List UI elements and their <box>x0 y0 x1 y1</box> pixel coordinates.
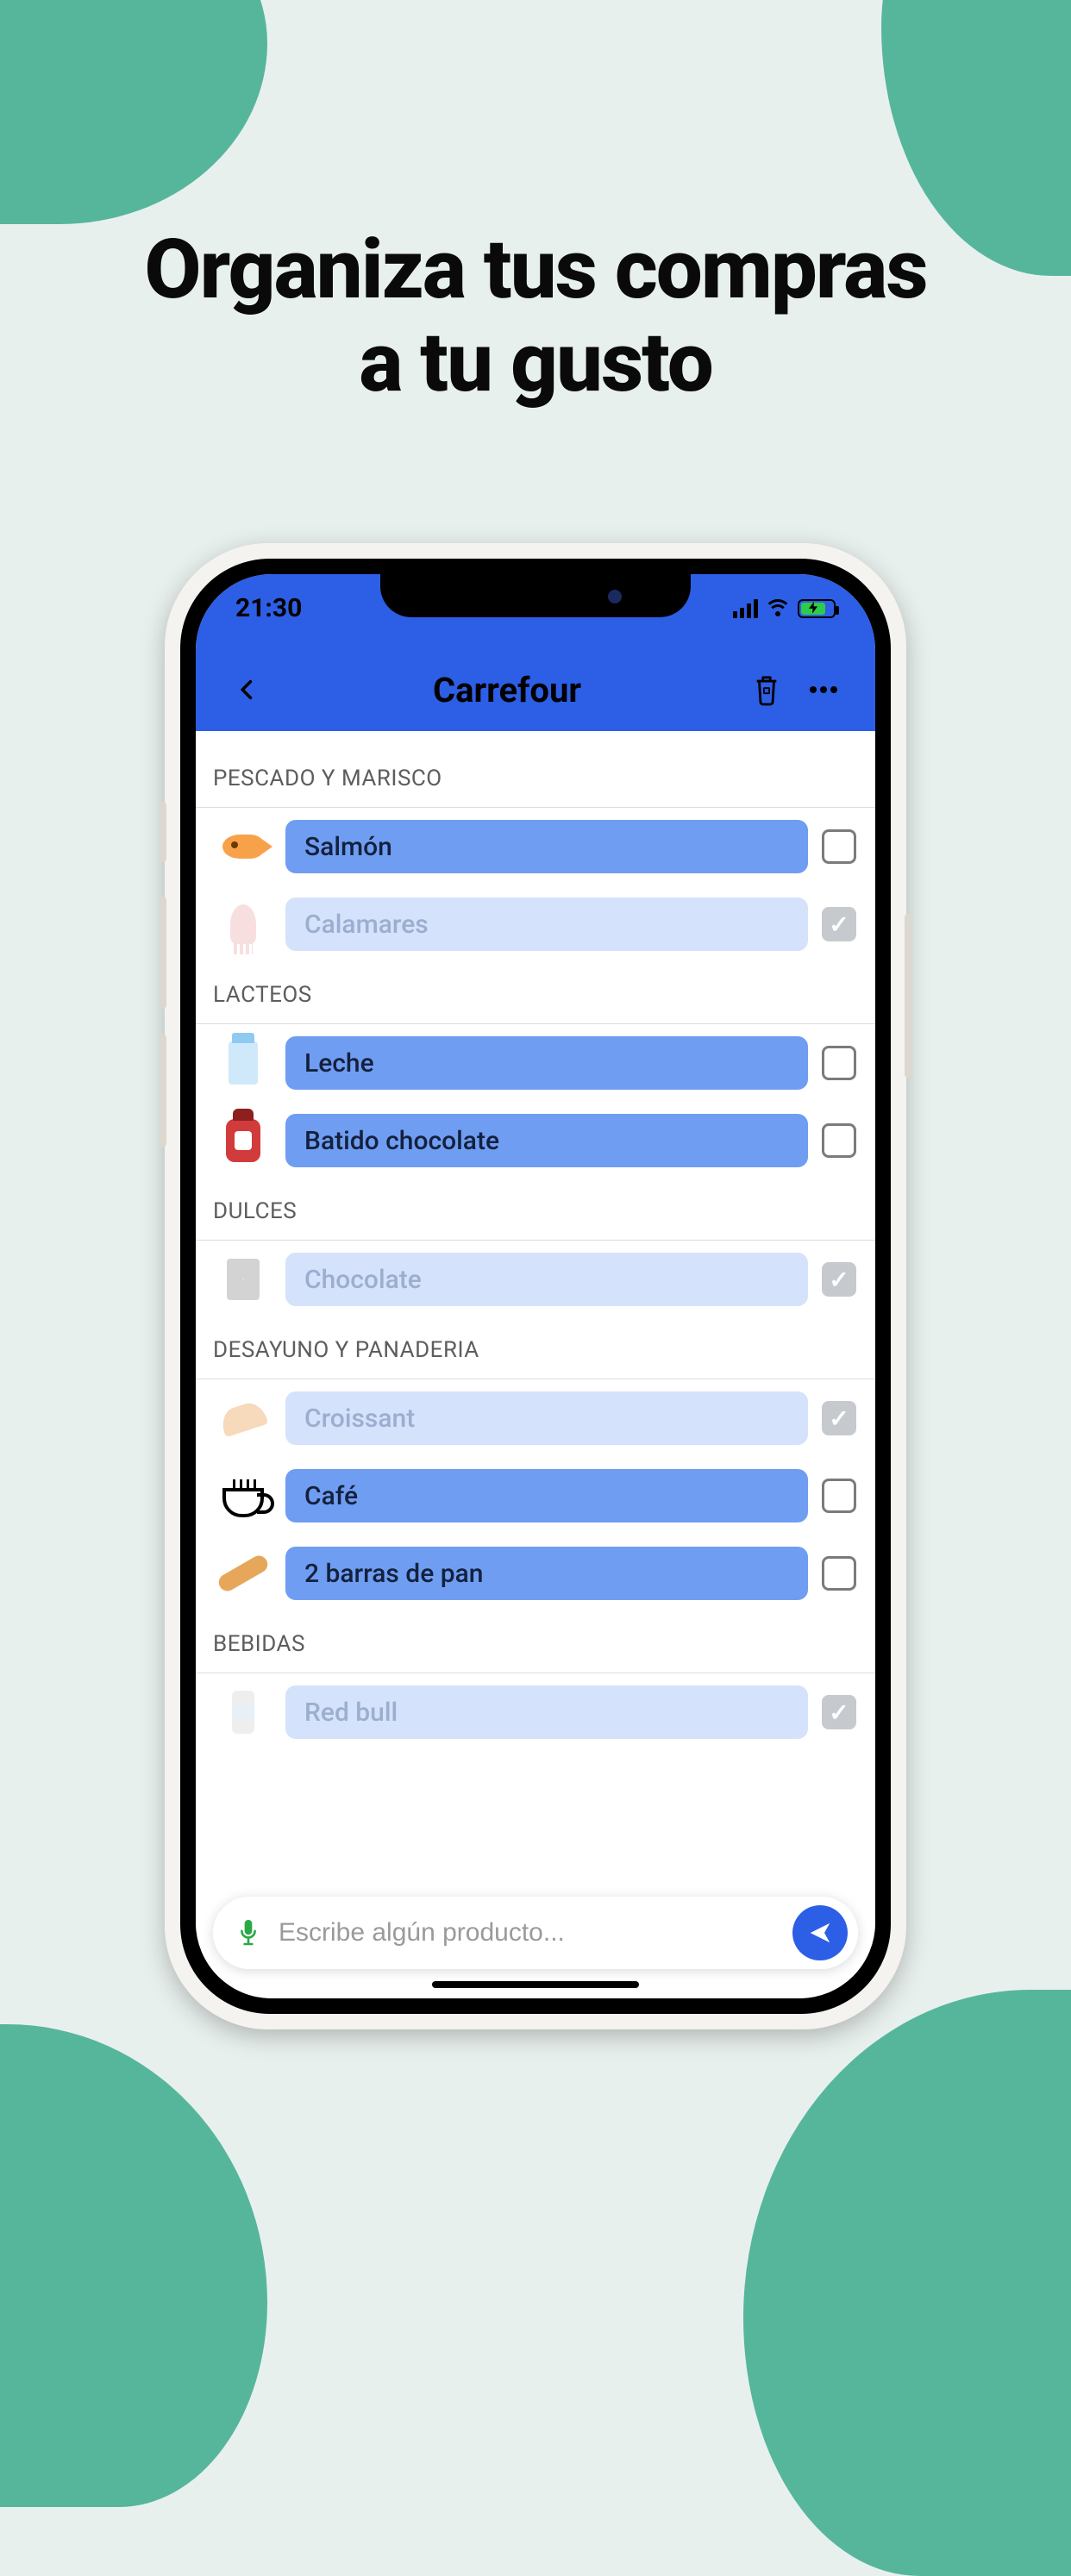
battery-charging-icon <box>798 599 836 618</box>
chevron-left-icon <box>235 672 260 707</box>
item-label[interactable]: Chocolate <box>285 1253 808 1306</box>
phone-frame: 21:30 Carrefour <box>165 543 906 2029</box>
coffee-icon <box>215 1467 272 1524</box>
list-item[interactable]: Calamares <box>196 885 875 963</box>
hardware-button <box>905 914 911 1078</box>
phone-notch <box>380 574 691 617</box>
list-item[interactable]: Batido chocolate <box>196 1102 875 1179</box>
list-item[interactable]: Croissant <box>196 1379 875 1457</box>
section-header: LACTEOS <box>196 963 875 1024</box>
voice-input-button[interactable] <box>234 1914 263 1952</box>
list-item[interactable]: Café <box>196 1457 875 1535</box>
send-button[interactable] <box>792 1905 848 1960</box>
item-label[interactable]: Croissant <box>285 1391 808 1445</box>
item-checkbox[interactable] <box>822 907 856 941</box>
send-icon <box>807 1920 833 1946</box>
milk-icon <box>215 1035 272 1091</box>
decorative-blob <box>743 1990 1071 2576</box>
section-header: BEBIDAS <box>196 1612 875 1673</box>
energy-can-icon <box>215 1684 272 1741</box>
wifi-icon <box>767 599 789 618</box>
more-button[interactable] <box>798 664 849 716</box>
hardware-button <box>160 1035 166 1147</box>
hero-title: Organiza tus compras a tu gusto <box>0 224 1071 410</box>
section-header: DESAYUNO Y PANADERIA <box>196 1318 875 1379</box>
squid-icon <box>215 896 272 953</box>
page-title: Carrefour <box>273 670 741 710</box>
decorative-blob <box>0 2024 267 2507</box>
microphone-icon <box>237 1916 260 1949</box>
clear-list-button[interactable] <box>741 664 792 716</box>
list-item[interactable]: 2 barras de pan <box>196 1535 875 1612</box>
ellipsis-icon <box>808 685 839 695</box>
decorative-blob <box>0 0 267 224</box>
item-checkbox[interactable] <box>822 1046 856 1080</box>
item-checkbox[interactable] <box>822 1123 856 1158</box>
item-checkbox[interactable] <box>822 1695 856 1729</box>
section-header: PESCADO Y MARISCO <box>196 731 875 808</box>
item-checkbox[interactable] <box>822 1262 856 1297</box>
hardware-button <box>160 802 166 862</box>
item-checkbox[interactable] <box>822 1401 856 1435</box>
item-label[interactable]: Red bull <box>285 1685 808 1739</box>
fish-icon <box>215 818 272 875</box>
hero-line-1: Organiza tus compras <box>0 224 1071 317</box>
list-item[interactable]: Red bull <box>196 1673 875 1751</box>
hero-line-2: a tu gusto <box>0 317 1071 410</box>
shopping-list[interactable]: PESCADO Y MARISCO Salmón Calamares LACTEOS L… <box>196 731 875 1998</box>
item-label[interactable]: Leche <box>285 1036 808 1090</box>
item-label[interactable]: 2 barras de pan <box>285 1547 808 1600</box>
add-item-composer <box>213 1897 858 1969</box>
home-indicator <box>432 1981 639 1988</box>
croissant-icon <box>215 1390 272 1447</box>
item-label[interactable]: Calamares <box>285 897 808 951</box>
list-item[interactable]: Chocolate <box>196 1241 875 1318</box>
list-item[interactable]: Salmón <box>196 808 875 885</box>
add-item-input[interactable] <box>279 1918 777 1948</box>
cellular-icon <box>733 599 758 618</box>
status-time: 21:30 <box>235 593 302 623</box>
trash-icon <box>752 672 781 707</box>
hardware-button <box>160 897 166 1009</box>
item-checkbox[interactable] <box>822 1556 856 1591</box>
item-label[interactable]: Café <box>285 1469 808 1522</box>
chocolate-icon <box>215 1251 272 1308</box>
item-label[interactable]: Batido chocolate <box>285 1114 808 1167</box>
bread-icon <box>215 1545 272 1602</box>
list-item[interactable]: Leche <box>196 1024 875 1102</box>
item-label[interactable]: Salmón <box>285 820 808 873</box>
item-checkbox[interactable] <box>822 1479 856 1513</box>
item-checkbox[interactable] <box>822 829 856 864</box>
back-button[interactable] <box>222 664 273 716</box>
section-header: DULCES <box>196 1179 875 1241</box>
shake-icon <box>215 1112 272 1169</box>
